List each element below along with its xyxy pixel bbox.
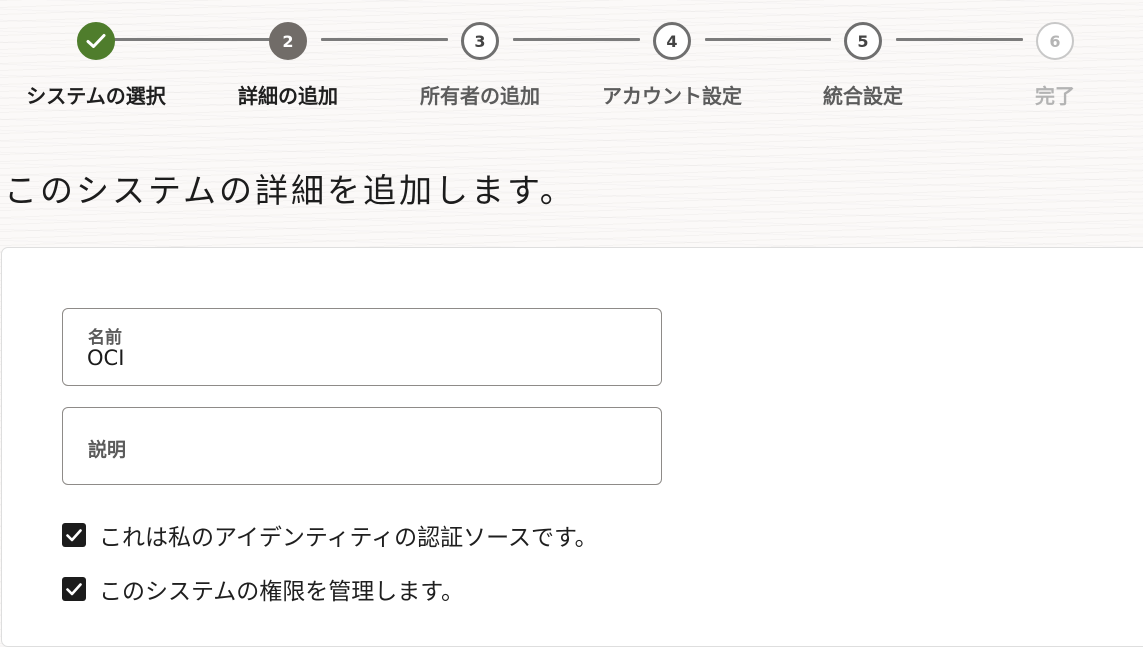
step-5-indicator[interactable]: 5	[844, 22, 882, 60]
step-3-label[interactable]: 所有者の追加	[385, 80, 575, 109]
name-field[interactable]: 名前	[62, 308, 662, 386]
manage-permissions-checkbox[interactable]	[62, 577, 86, 601]
manage-permissions-option[interactable]: このシステムの権限を管理します。	[62, 572, 464, 606]
step-6-indicator: 6	[1036, 22, 1074, 60]
step-connector	[113, 38, 270, 41]
progress-stepper: システムの選択 2 詳細の追加 3 所有者の追加 4 アカウント設定 5 統合設…	[0, 0, 1143, 130]
step-connector	[321, 38, 448, 41]
step-connector	[896, 38, 1023, 41]
page-title: このシステムの詳細を追加します。	[4, 171, 576, 210]
step-connector	[513, 38, 640, 41]
step-6-label: 完了	[1035, 84, 1075, 108]
authoritative-source-label: これは私のアイデンティティの認証ソースです。	[99, 525, 598, 551]
step-3-indicator[interactable]: 3	[461, 22, 499, 60]
step-1-indicator[interactable]	[77, 22, 115, 60]
step-4-label[interactable]: アカウント設定	[577, 80, 767, 109]
step-5-label[interactable]: 統合設定	[768, 80, 958, 109]
authoritative-source-option[interactable]: これは私のアイデンティティの認証ソースです。	[62, 518, 598, 552]
name-field-label: 名前	[88, 328, 122, 348]
description-input[interactable]	[87, 445, 627, 469]
step-2-indicator[interactable]: 2	[269, 22, 307, 60]
step-2-label[interactable]: 詳細の追加	[193, 80, 383, 109]
authoritative-source-checkbox[interactable]	[62, 523, 86, 547]
details-form-card: 名前 説明 これは私のアイデンティティの認証ソースです。 このシステムの権限を管…	[1, 247, 1143, 647]
checkmark-icon	[66, 528, 82, 541]
manage-permissions-label: このシステムの権限を管理します。	[99, 579, 465, 605]
step-1-label[interactable]: システムの選択	[1, 80, 191, 109]
checkmark-icon	[86, 34, 106, 48]
step-connector	[705, 38, 831, 41]
description-field[interactable]: 説明	[62, 407, 662, 485]
checkmark-icon	[66, 582, 82, 595]
step-4-indicator[interactable]: 4	[653, 22, 691, 60]
name-input[interactable]	[87, 346, 627, 370]
